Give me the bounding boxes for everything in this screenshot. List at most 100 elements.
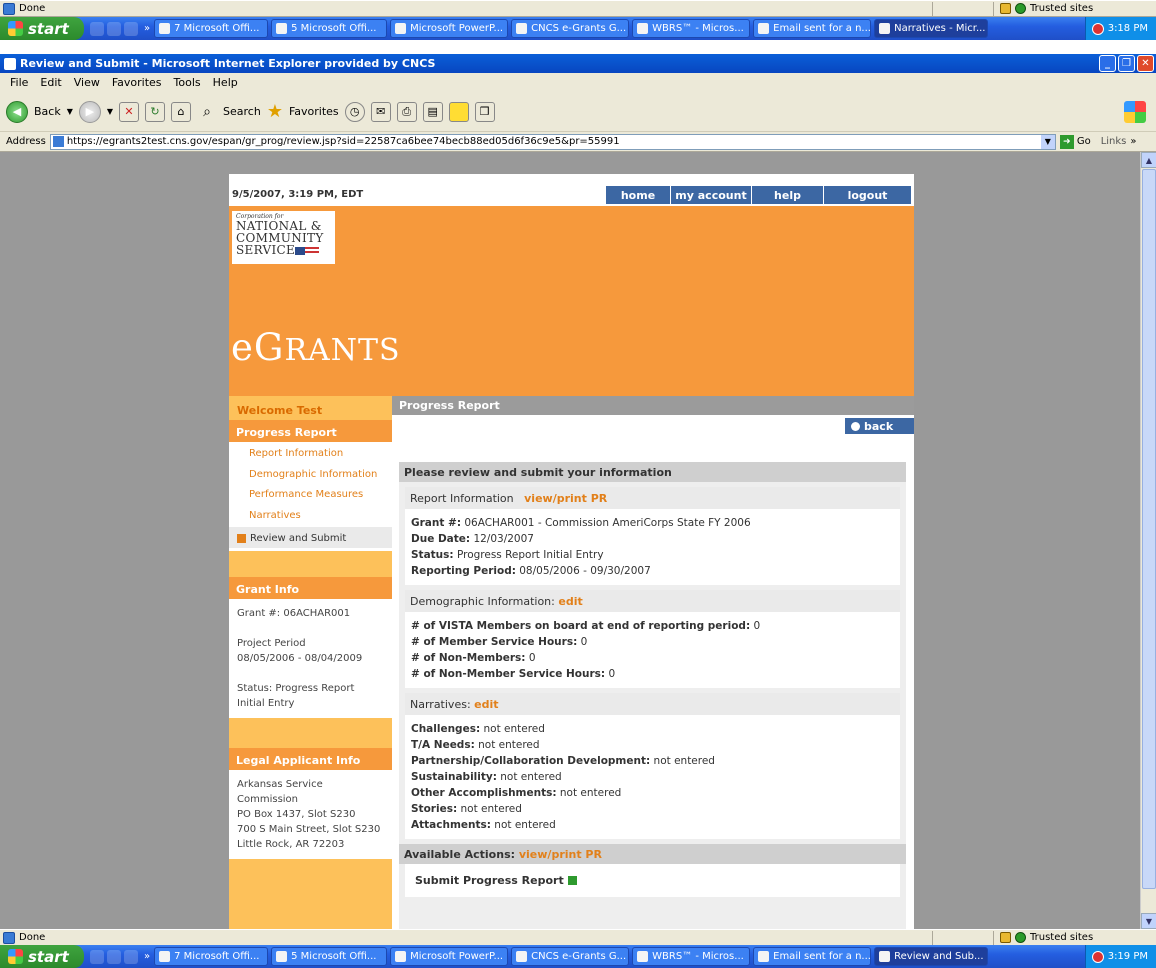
taskbar-button[interactable]: CNCS e-Grants G... [511, 947, 630, 966]
narratives-edit-link[interactable]: edit [474, 698, 498, 711]
view-print-link[interactable]: view/print PR [524, 492, 607, 505]
web-page: 9/5/2007, 3:19 PM, EDT home my account h… [229, 174, 914, 929]
links-chevron-icon[interactable]: » [1130, 136, 1136, 147]
research-icon[interactable]: ❒ [474, 101, 495, 122]
menu-file[interactable]: File [4, 76, 34, 89]
window-titlebar[interactable]: Review and Submit - Microsoft Internet E… [0, 54, 1156, 73]
cncs-logo[interactable]: Corporation for NATIONAL & COMMUNITY SER… [232, 211, 335, 264]
edit-icon[interactable]: ▤ [422, 101, 443, 122]
menu-tools[interactable]: Tools [168, 76, 207, 89]
taskbar-button[interactable]: 5 Microsoft Offi... [271, 947, 388, 966]
ie-page-icon [3, 2, 15, 15]
start-button[interactable]: start [0, 945, 84, 968]
windows-flag-icon [8, 949, 23, 964]
orange-divider [229, 376, 914, 396]
nav-my-account[interactable]: my account [671, 186, 752, 204]
back-arrow-icon[interactable]: ◀ [6, 100, 28, 123]
word-icon [276, 23, 288, 34]
quick-launch-chevron-icon[interactable]: » [144, 951, 154, 962]
nav-home[interactable]: home [606, 186, 671, 204]
close-icon[interactable]: ✕ [1137, 55, 1154, 72]
refresh-icon[interactable]: ↻ [145, 101, 166, 122]
scroll-down-icon[interactable]: ▼ [1141, 913, 1156, 929]
taskbar-button[interactable]: Email sent for a n... [753, 947, 872, 966]
ie-launch-icon[interactable] [90, 949, 104, 964]
sidebar-item-review-and-submit[interactable]: Review and Submit [229, 527, 392, 548]
vertical-scrollbar[interactable]: ▲ ▼ [1140, 152, 1156, 929]
ie-launch-icon[interactable] [90, 21, 104, 36]
sidebar-item-report-information[interactable]: Report Information [229, 445, 392, 466]
mail-icon[interactable]: ✉ [370, 101, 391, 122]
taskbar-button-active[interactable]: Narratives - Micr... [874, 19, 989, 38]
ie-icon [879, 23, 891, 34]
taskbar-button[interactable]: 5 Microsoft Offi... [271, 19, 388, 38]
browser-launch-icon[interactable] [124, 21, 138, 36]
history-icon[interactable]: ◷ [344, 101, 365, 122]
go-arrow-icon: ➜ [1059, 134, 1074, 149]
taskbar-button[interactable]: WBRS™ - Micros... [632, 947, 751, 966]
status-bar-bottom: Done Trusted sites [0, 929, 1156, 946]
address-label: Address [6, 136, 46, 147]
browser-launch-icon[interactable] [124, 949, 138, 964]
taskbar-button[interactable]: 7 Microsoft Offi... [154, 19, 269, 38]
quick-launch-chevron-icon[interactable]: » [144, 23, 154, 34]
demographic-edit-link[interactable]: edit [558, 595, 582, 608]
page-title: Progress Report [392, 396, 914, 415]
menu-edit[interactable]: Edit [34, 76, 67, 89]
folder-icon[interactable] [448, 101, 469, 122]
address-input[interactable]: https://egrants2test.cns.gov/espan/gr_pr… [49, 133, 1056, 150]
minimize-icon[interactable]: _ [1099, 55, 1116, 72]
back-button[interactable]: Back [34, 105, 61, 118]
stop-icon[interactable]: ✕ [119, 101, 140, 122]
outlook-launch-icon[interactable] [107, 949, 121, 964]
go-button[interactable]: ➜ Go [1059, 134, 1091, 149]
powerpoint-icon [395, 951, 407, 962]
tray-icon[interactable] [1091, 22, 1104, 35]
taskbar-button[interactable]: WBRS™ - Micros... [632, 19, 751, 38]
address-dropdown-icon[interactable]: ▼ [1040, 134, 1055, 149]
menu-favorites[interactable]: Favorites [106, 76, 168, 89]
ie-icon [879, 951, 891, 962]
ie-icon [637, 23, 649, 34]
nav-help[interactable]: help [752, 186, 824, 204]
back-dropdown-icon[interactable]: ▼ [67, 107, 73, 116]
top-navigation: home my account help logout [606, 186, 911, 204]
menu-view[interactable]: View [68, 76, 106, 89]
tray-icon[interactable] [1091, 950, 1104, 963]
ie-icon [637, 951, 649, 962]
review-heading: Please review and submit your informatio… [399, 462, 906, 482]
search-button[interactable]: Search [223, 105, 261, 118]
sidebar-item-demographic-information[interactable]: Demographic Information [229, 466, 392, 487]
submit-progress-report-button[interactable]: Submit Progress Report [405, 864, 900, 897]
taskbar-button[interactable]: Microsoft PowerP... [390, 947, 509, 966]
links-button[interactable]: Links [1101, 136, 1127, 147]
word-icon [276, 951, 288, 962]
taskbar-button[interactable]: 7 Microsoft Offi... [154, 947, 269, 966]
forward-arrow-icon[interactable]: ▶ [78, 100, 101, 123]
outlook-launch-icon[interactable] [107, 21, 121, 36]
scroll-up-icon[interactable]: ▲ [1141, 152, 1156, 168]
taskbar-button-active[interactable]: Review and Sub... [874, 947, 989, 966]
search-icon[interactable]: ⌕ [197, 102, 217, 122]
back-link-button[interactable]: back [845, 418, 914, 434]
menu-help[interactable]: Help [207, 76, 244, 89]
start-button[interactable]: start [0, 17, 84, 40]
ie-page-icon [3, 931, 15, 944]
forward-dropdown-icon[interactable]: ▼ [107, 107, 113, 116]
sidebar-nav: Report Information Demographic Informati… [229, 442, 392, 551]
print-icon[interactable]: ⎙ [396, 101, 417, 122]
progress-report-heading: Progress Report [229, 420, 392, 442]
scroll-thumb[interactable] [1142, 169, 1156, 889]
favorites-button[interactable]: Favorites [289, 105, 339, 118]
maximize-icon[interactable]: ❐ [1118, 55, 1135, 72]
favorites-star-icon[interactable]: ★ [267, 101, 283, 122]
taskbar-button[interactable]: Microsoft PowerP... [390, 19, 509, 38]
nav-logout[interactable]: logout [824, 186, 911, 204]
home-icon[interactable]: ⌂ [171, 101, 192, 122]
report-info-body: Grant #: 06ACHAR001 - Commission AmeriCo… [405, 509, 900, 585]
actions-view-print-link[interactable]: view/print PR [519, 848, 602, 861]
sidebar-item-performance-measures[interactable]: Performance Measures [229, 486, 392, 507]
sidebar-item-narratives[interactable]: Narratives [229, 507, 392, 528]
taskbar-button[interactable]: CNCS e-Grants G... [511, 19, 630, 38]
taskbar-button[interactable]: Email sent for a n... [753, 19, 872, 38]
